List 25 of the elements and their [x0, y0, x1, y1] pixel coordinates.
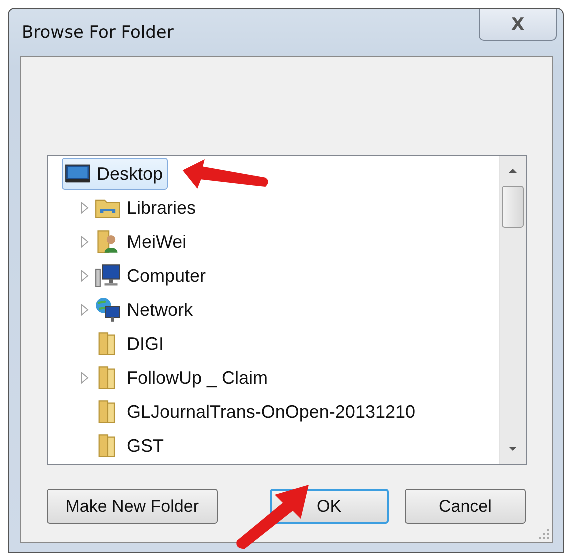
expand-arrow-icon[interactable]: [80, 270, 90, 282]
scroll-down-icon[interactable]: [508, 446, 518, 452]
close-button[interactable]: X: [479, 9, 557, 41]
dialog-button[interactable]: Cancel: [404, 489, 526, 524]
resize-grip-icon[interactable]: [538, 528, 550, 540]
expand-arrow-icon[interactable]: [80, 304, 90, 316]
scrollbar[interactable]: [499, 156, 526, 464]
computer-icon: [95, 263, 121, 289]
expand-arrow-icon[interactable]: [80, 372, 90, 384]
network-icon: [95, 297, 121, 323]
dialog-button[interactable]: Make New Folder: [47, 489, 218, 524]
expand-arrow-icon[interactable]: [80, 236, 90, 248]
tree-item[interactable]: Libraries: [92, 192, 202, 224]
tree-item[interactable]: Desktop: [62, 158, 168, 190]
tree-item[interactable]: Computer: [92, 260, 212, 292]
window-title: Browse For Folder: [22, 23, 174, 43]
tree-item[interactable]: Network: [92, 294, 198, 326]
scroll-thumb[interactable]: [502, 186, 524, 228]
tree-item[interactable]: DIGI: [92, 328, 170, 360]
tree-item[interactable]: FollowUp _ Claim: [92, 362, 274, 394]
tree-item[interactable]: GLJournalTrans-OnOpen-20131210: [92, 396, 421, 428]
tree-item[interactable]: MeiWei: [92, 226, 192, 258]
tree-item[interactable]: GST: [92, 430, 170, 462]
scroll-up-icon[interactable]: [508, 168, 518, 174]
expand-arrow-icon[interactable]: [80, 202, 90, 214]
